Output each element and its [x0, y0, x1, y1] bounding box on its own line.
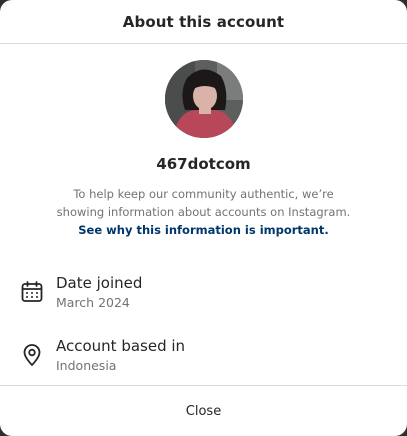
about-account-dialog: About this account 467dotcom To help kee… [0, 0, 407, 436]
account-based-in-text: Account based in Indonesia [56, 336, 185, 375]
username: 467dotcom [156, 155, 251, 173]
avatar-photo [164, 60, 243, 138]
dialog-header: About this account [0, 0, 407, 44]
location-pin-icon [23, 344, 41, 366]
avatar [164, 60, 243, 138]
account-based-in-row: Account based in Indonesia [20, 336, 185, 375]
account-based-in-label: Account based in [56, 337, 186, 355]
account-based-in-value: Indonesia [56, 358, 117, 373]
dialog-footer: Close [0, 385, 407, 436]
date-joined-text: Date joined March 2024 [56, 273, 142, 312]
date-joined-label: Date joined [56, 274, 143, 292]
see-why-link[interactable]: See why this information is important. [78, 223, 328, 237]
info-description: To help keep our community authentic, we… [49, 185, 359, 239]
calendar-icon [21, 281, 43, 302]
dialog-title: About this account [122, 12, 285, 31]
date-joined-row: Date joined March 2024 [20, 273, 142, 312]
date-joined-value: March 2024 [56, 295, 130, 310]
close-button[interactable]: Close [146, 394, 261, 429]
profile-section: 467dotcom To help keep our community aut… [0, 44, 407, 239]
info-text: To help keep our community authentic, we… [56, 187, 351, 219]
